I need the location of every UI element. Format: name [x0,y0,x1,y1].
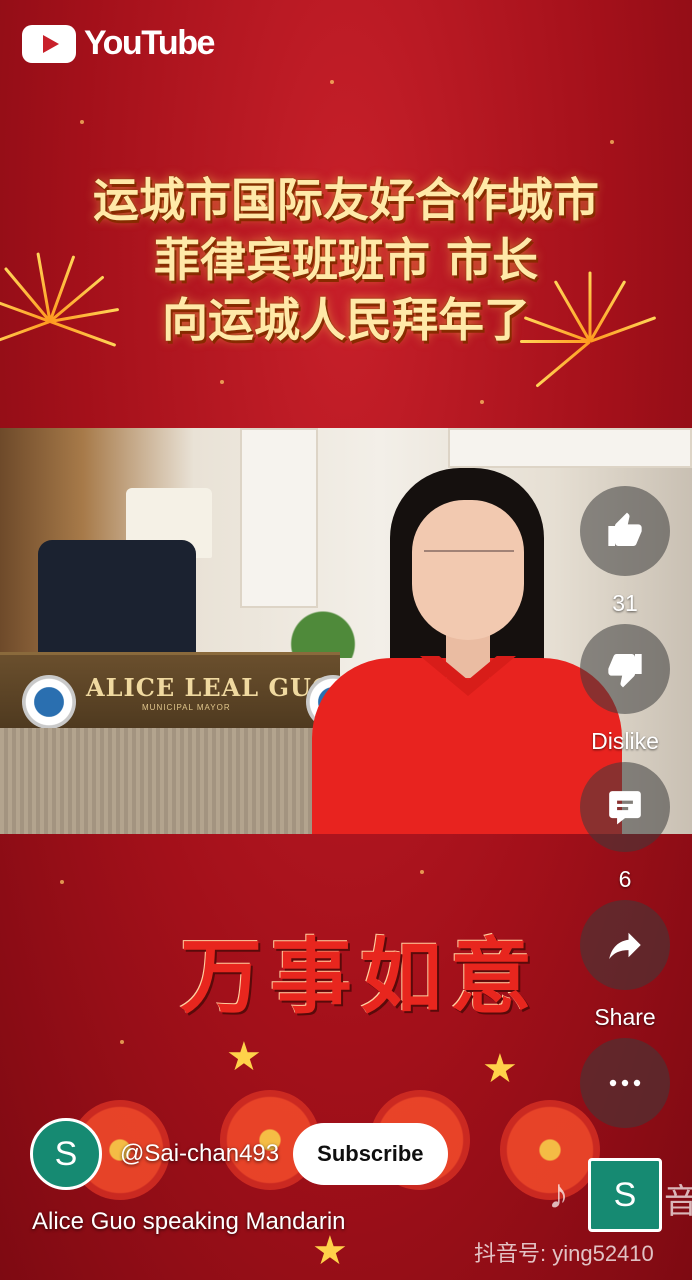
douyin-partial-text: 音 [664,1182,692,1222]
thumbs-up-icon[interactable] [580,486,670,576]
dislike-button[interactable]: Dislike [580,624,670,755]
greeting-calligraphy: 万事如意 [179,929,540,1025]
banner-line: 菲律宾班班市 市长 [153,233,538,287]
sparkle [80,120,84,124]
shorts-player[interactable]: YouTube 运城市国际友好合作城市 菲律宾班班市 市长 向运城人民拜年了 A… [0,0,692,1280]
more-options-button[interactable] [580,1038,670,1128]
sparkle [330,80,334,84]
banner-line: 运城市国际友好合作城市 [93,173,599,227]
sparkle [220,380,224,384]
sound-source-avatar[interactable]: S [588,1158,662,1232]
star-decoration: ★ [226,1035,262,1079]
douyin-watermark: 抖音号: ying52410 [474,1241,654,1266]
share-button[interactable]: Share [580,900,670,1031]
channel-row: S @Sai-chan493 Subscribe [30,1118,448,1190]
youtube-play-icon [22,24,76,63]
sparkle [610,140,614,144]
star-decoration: ★ [482,1047,518,1091]
sparkle [480,400,484,404]
dislike-label: Dislike [591,728,659,754]
banner-line: 向运城人民拜年了 [162,293,530,347]
douyin-logo-icon: ♪ [548,1170,569,1217]
sparkle [420,870,424,874]
office-chair [38,540,196,658]
subscribe-button[interactable]: Subscribe [293,1123,448,1185]
like-button[interactable]: 31 [580,486,670,617]
sparkle [60,880,64,884]
thumbs-down-icon[interactable] [580,624,670,714]
bookshelf [240,428,318,608]
share-label: Share [594,1004,656,1030]
comments-button[interactable]: 6 [580,762,670,893]
wall-shelf [448,428,692,468]
channel-handle[interactable]: @Sai-chan493 [120,1140,279,1168]
comment-count: 6 [618,866,632,892]
video-title[interactable]: Alice Guo speaking Mandarin [32,1208,346,1236]
more-dots-icon[interactable] [580,1038,670,1128]
youtube-logo[interactable]: YouTube [22,24,215,63]
youtube-wordmark: YouTube [84,24,215,62]
sparkle [120,1040,124,1044]
channel-avatar[interactable]: S [30,1118,102,1190]
video-banner-text: 运城市国际友好合作城市 菲律宾班班市 市长 向运城人民拜年了 [0,170,692,350]
like-count: 31 [612,590,638,616]
desk [0,728,340,834]
nameplate-name: ALICE LEAL GUO [86,673,334,702]
comment-icon[interactable] [580,762,670,852]
municipal-seal-icon [22,675,76,729]
speaker-figure [312,468,622,834]
share-arrow-icon[interactable] [580,900,670,990]
nameplate-role: MUNICIPAL MAYOR [142,703,231,712]
